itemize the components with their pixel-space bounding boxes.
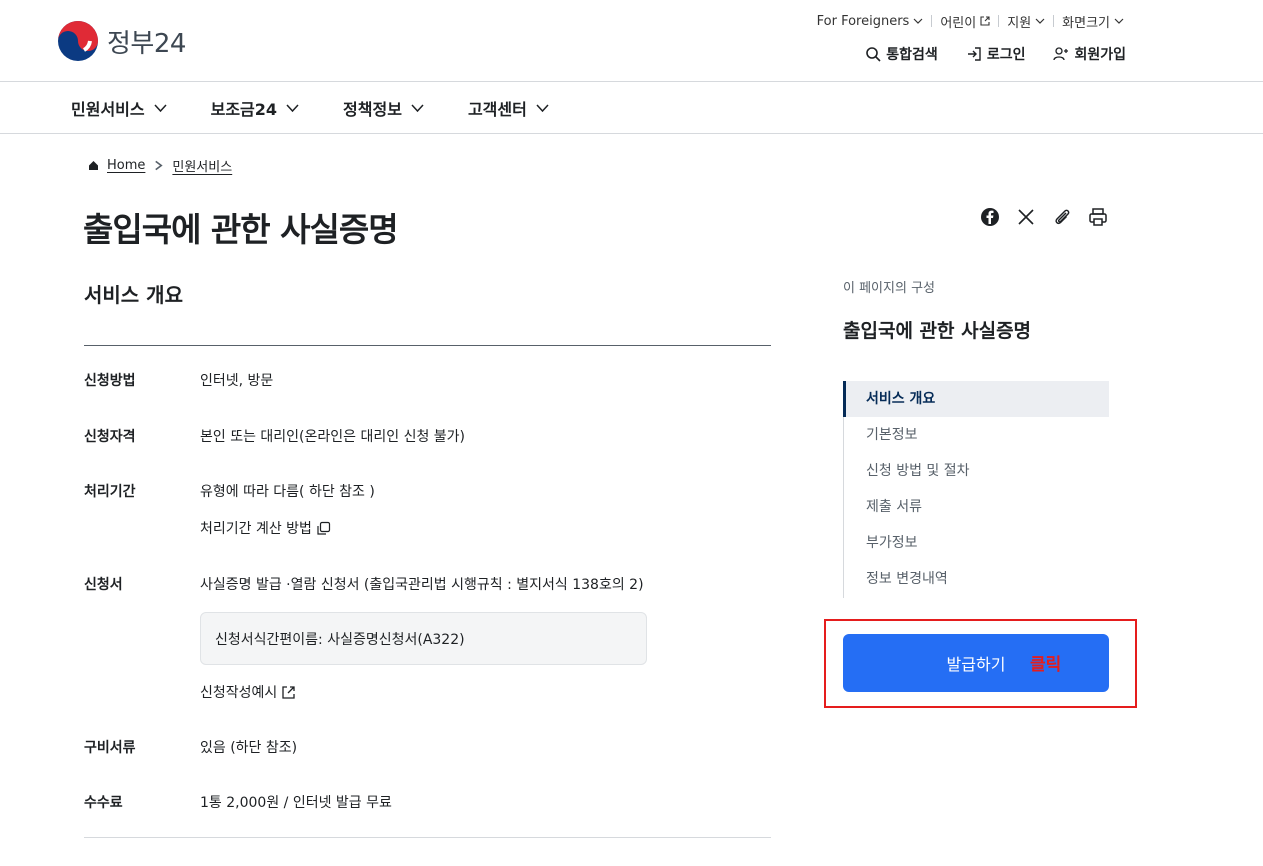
breadcrumb: Home 민원서비스 xyxy=(88,156,232,175)
row-value-fee: 1통 2,000원 / 인터넷 발급 무료 xyxy=(200,795,392,811)
facebook-icon[interactable] xyxy=(980,207,1000,227)
nav-label: 정책정보 xyxy=(343,100,402,119)
toc-item-change-history[interactable]: 정보 변경내역 xyxy=(844,561,1109,597)
nav-label: 고객센터 xyxy=(467,100,527,119)
support-label: 지원 xyxy=(1007,15,1032,31)
search-button[interactable]: 통합검색 xyxy=(865,44,938,64)
search-label: 통합검색 xyxy=(886,47,938,63)
row-value-processing-period: 유형에 따라 다름( 하단 참조 ) xyxy=(200,484,375,500)
login-label: 로그인 xyxy=(986,47,1026,63)
support-menu[interactable]: 지원 xyxy=(999,13,1053,31)
breadcrumb-current[interactable]: 민원서비스 xyxy=(172,156,232,175)
user-plus-icon xyxy=(1053,47,1069,61)
share-toolbar xyxy=(980,207,1108,227)
nav-subsidy[interactable]: 보조금24 xyxy=(211,96,299,120)
issue-button[interactable]: 발급하기 xyxy=(843,634,1109,692)
form-short-name-box: 신청서식간편이름: 사실증명신청서(A322) xyxy=(200,612,647,665)
nav-customer-center[interactable]: 고객센터 xyxy=(468,96,549,120)
external-link-icon xyxy=(282,685,295,699)
toc-item-additional-info[interactable]: 부가정보 xyxy=(844,525,1109,561)
toc-caption: 이 페이지의 구성 xyxy=(843,281,935,296)
utility-menu: For Foreigners 어린이 지원 화면크기 xyxy=(809,13,1132,31)
nav-label: 민원서비스 xyxy=(71,100,145,119)
processing-period-calc-link[interactable]: 처리기간 계산 방법 xyxy=(200,518,331,538)
home-icon xyxy=(89,161,98,170)
application-example-label: 신청작성예시 xyxy=(200,685,278,701)
row-value-application-form: 사실증명 발급 ·열람 신청서 (출입국관리법 시행규칙 : 별지서식 138호… xyxy=(200,577,644,593)
nav-label: 보조금24 xyxy=(210,100,278,119)
page-toc: 서비스 개요 기본정보 신청 방법 및 절차 제출 서류 부가정보 정보 변경내… xyxy=(843,381,1109,598)
divider xyxy=(84,837,771,838)
toc-item-overview[interactable]: 서비스 개요 xyxy=(843,381,1109,417)
taegeuk-logo-icon xyxy=(58,21,98,61)
paperclip-icon[interactable] xyxy=(1052,207,1072,227)
row-label-fee: 수수료 xyxy=(84,795,123,811)
toc-title: 출입국에 관한 사실증명 xyxy=(843,320,1032,342)
kids-link[interactable]: 어린이 xyxy=(932,13,998,31)
chevron-down-icon xyxy=(1114,18,1124,24)
main-navigation: 민원서비스 보조금24 정책정보 고객센터 xyxy=(0,82,1263,134)
row-label-method: 신청방법 xyxy=(84,373,136,389)
brand-name: 정부24 xyxy=(107,28,186,59)
site-header: 정부24 For Foreigners 어린이 지원 화면크기 통합검색 로그인… xyxy=(0,0,1263,82)
chevron-down-icon xyxy=(411,103,424,112)
chevron-down-icon xyxy=(913,18,923,24)
section-title-overview: 서비스 개요 xyxy=(84,283,183,307)
nav-policy[interactable]: 정책정보 xyxy=(343,96,424,120)
for-foreigners-menu[interactable]: For Foreigners xyxy=(809,13,932,29)
screen-size-menu[interactable]: 화면크기 xyxy=(1054,13,1132,31)
row-label-application-form: 신청서 xyxy=(84,577,123,593)
page-title: 출입국에 관한 사실증명 xyxy=(83,210,399,249)
chevron-down-icon xyxy=(536,103,549,112)
row-label-documents: 구비서류 xyxy=(84,740,136,756)
for-foreigners-label: For Foreigners xyxy=(816,13,910,29)
external-link-icon xyxy=(980,16,990,26)
form-short-name: 신청서식간편이름: 사실증명신청서(A322) xyxy=(215,632,465,648)
kids-label: 어린이 xyxy=(940,15,977,31)
chevron-right-icon xyxy=(155,160,164,171)
application-example-link[interactable]: 신청작성예시 xyxy=(200,682,296,702)
signup-label: 회원가입 xyxy=(1074,47,1126,63)
toc-item-basic-info[interactable]: 기본정보 xyxy=(844,417,1109,453)
print-icon[interactable] xyxy=(1088,207,1108,227)
login-icon xyxy=(967,47,981,61)
x-icon[interactable] xyxy=(1016,207,1036,227)
click-annotation: 클릭 xyxy=(1030,655,1062,675)
screen-size-label: 화면크기 xyxy=(1062,15,1110,31)
copy-icon xyxy=(317,521,331,535)
chevron-down-icon xyxy=(286,103,299,112)
row-value-method: 인터넷, 방문 xyxy=(200,373,274,389)
breadcrumb-home[interactable]: Home xyxy=(107,158,145,173)
logo[interactable]: 정부24 xyxy=(57,20,186,62)
toc-item-procedure[interactable]: 신청 방법 및 절차 xyxy=(844,453,1109,489)
login-button[interactable]: 로그인 xyxy=(966,44,1026,64)
search-icon xyxy=(866,47,881,62)
row-label-eligibility: 신청자격 xyxy=(84,429,136,445)
account-menu: 통합검색 로그인 회원가입 xyxy=(865,44,1126,64)
row-value-documents: 있음 (하단 참조) xyxy=(200,740,298,756)
row-label-processing-period: 처리기간 xyxy=(84,484,136,500)
toc-item-documents[interactable]: 제출 서류 xyxy=(844,489,1109,525)
nav-civil-service[interactable]: 민원서비스 xyxy=(71,96,167,120)
processing-period-calc-label: 처리기간 계산 방법 xyxy=(200,521,312,537)
row-value-eligibility: 본인 또는 대리인(온라인은 대리인 신청 불가) xyxy=(200,429,466,445)
signup-button[interactable]: 회원가입 xyxy=(1053,44,1126,64)
chevron-down-icon xyxy=(1035,18,1045,24)
chevron-down-icon xyxy=(154,103,167,112)
divider xyxy=(84,345,771,346)
